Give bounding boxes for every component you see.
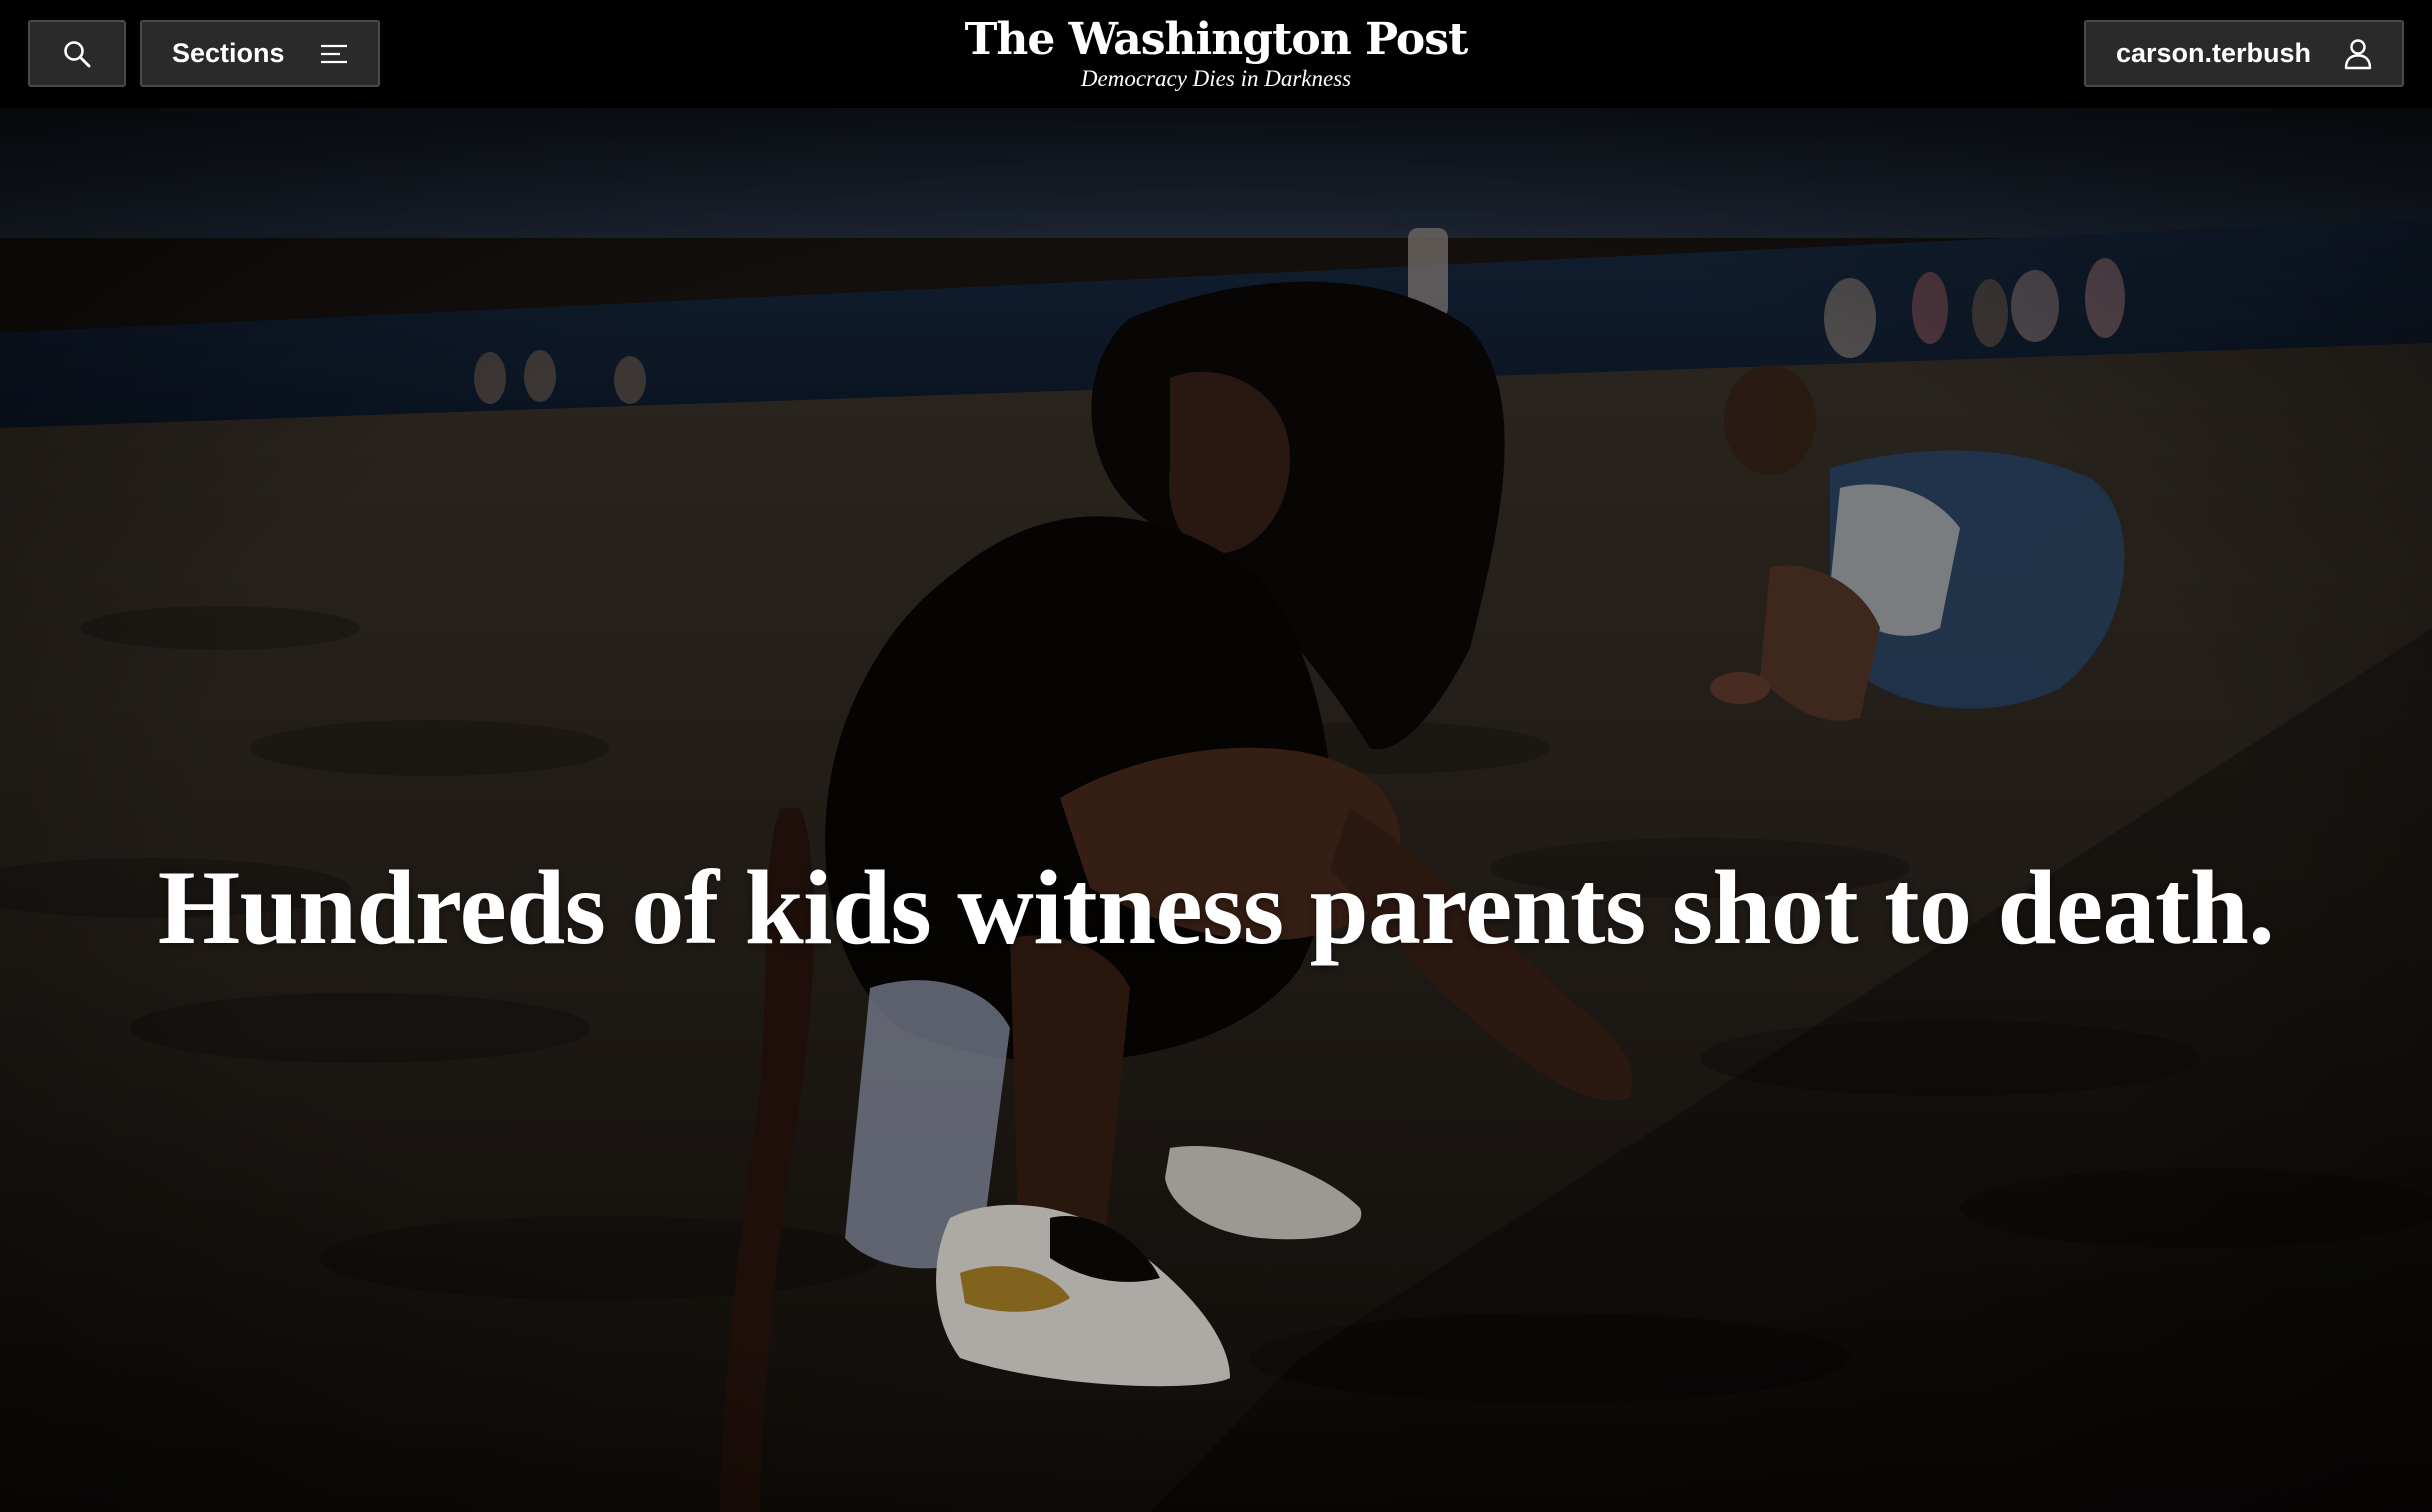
hero-headline[interactable]: Hundreds of kids witness parents shot to… [0,848,2432,968]
hero-photo-section[interactable]: Hundreds of kids witness parents shot to… [0,108,2432,1512]
user-icon [2344,38,2372,69]
account-button[interactable]: carson.terbush [2084,20,2404,87]
beach-photo [0,108,2432,1512]
tagline: Democracy Dies in Darkness [1080,66,1352,91]
account-username: carson.terbush [2116,38,2312,68]
masthead: The Washington Post Democracy Dies in Da… [0,14,2432,92]
washington-post-logo[interactable]: The Washington Post [0,14,2432,66]
top-navigation-bar: Sections The Washington Post Democracy D… [0,0,2432,108]
